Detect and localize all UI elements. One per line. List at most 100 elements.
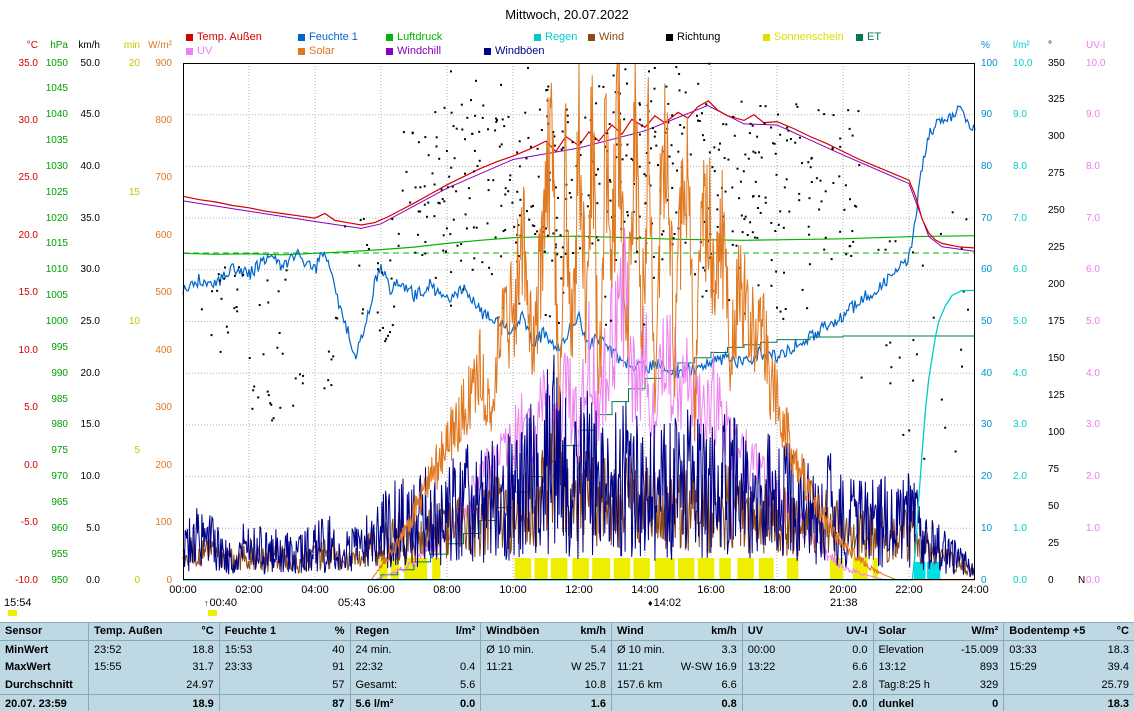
rise-set-annotation: 21:38: [830, 597, 858, 609]
axis-tick-pressure: 975: [22, 445, 68, 456]
stat-cell-left: UV: [748, 625, 763, 637]
stat-cell-value: 0.0: [460, 698, 475, 710]
axis-tick-wind: 20.0: [54, 368, 100, 379]
stat-row-label: Durchschnitt: [0, 676, 88, 694]
sunshine-marker-icon: [208, 610, 217, 616]
axis-tick-wind: 5.0: [54, 523, 100, 534]
stat-cell-value: 0.4: [460, 661, 475, 673]
axis-tick-solar: 900: [126, 58, 172, 69]
stat-cell-value: UV-I: [846, 625, 867, 637]
stat-cell-left: 22:32: [356, 661, 384, 673]
stats-table: SensorTemp. Außen°CFeuchte 1%Regenl/m²Wi…: [0, 622, 1134, 711]
stat-cell-value: 10.8: [585, 679, 606, 691]
series-windb-en: [183, 355, 974, 577]
stat-cell: 00:000.0: [742, 641, 873, 659]
stat-cell: 10.8: [480, 676, 611, 694]
stat-header-feuchte-1: Feuchte 1%: [219, 623, 350, 641]
axis-tick-pressure: 1015: [22, 238, 68, 249]
scatter-richtung: [201, 63, 969, 460]
bars-sonnenschein: [379, 558, 877, 580]
axis-unit-uv: UV-I: [1086, 40, 1134, 51]
stat-cell-value: 1.6: [591, 698, 606, 710]
stat-header-solar: SolarW/m²: [873, 623, 1004, 641]
series-luftdruck: [183, 236, 975, 255]
stat-cell: Ø 10 min.5.4: [480, 641, 611, 659]
axis-tick-wind: 30.0: [54, 264, 100, 275]
plot-border: [184, 64, 975, 580]
x-tick-label: 24:00: [953, 584, 997, 596]
axis-tick-dir: 325: [1048, 94, 1096, 105]
stat-cell-left: 157.6 km: [617, 679, 662, 691]
stat-cell: 15:5340: [219, 641, 350, 659]
stat-cell-value: 0.0: [852, 698, 867, 710]
stat-cell: Tag:8:25 h329: [873, 676, 1004, 694]
bars-regen-intervall: [914, 562, 940, 580]
stat-cell: 24 min.: [350, 641, 481, 659]
series-feuchte-1: [183, 106, 975, 378]
series-temp-au-en: [183, 101, 975, 248]
axis-tick-rain: 1.0: [1013, 523, 1061, 534]
stat-cell-value: 18.8: [192, 644, 213, 656]
stat-cell: 03:3318.3: [1003, 641, 1134, 659]
legend-label: Luftdruck: [397, 31, 442, 43]
stat-cell-value: 6.6: [721, 679, 736, 691]
axis-tick-dir: 125: [1048, 390, 1096, 401]
stat-cell-value: 3.3: [721, 644, 736, 656]
axis-tick-uv: 8.0: [1086, 161, 1134, 172]
stat-cell: 11:21 W-SW 16.9: [611, 659, 742, 677]
series-regen: [183, 291, 975, 581]
stat-row-label: 20.07. 23:59: [0, 694, 88, 711]
x-tick-label: 00:00: [161, 584, 205, 596]
legend-swatch-icon: [484, 48, 491, 55]
stat-cell-left: 11:21: [486, 661, 513, 673]
stat-cell-left: 03:33: [1009, 644, 1037, 656]
rise-set-annotation: 05:43: [338, 597, 366, 609]
annotation-time: 00:40: [210, 597, 238, 609]
stat-cell: 23:5218.8: [88, 641, 219, 659]
stat-row-label: MaxWert: [0, 659, 88, 677]
series-uv: [183, 228, 975, 580]
stat-cell: 57: [219, 676, 350, 694]
stat-cell-value: W 25.7: [571, 661, 606, 673]
stat-cell-left: 00:00: [748, 644, 776, 656]
stat-header-uv: UV UV-I: [742, 623, 873, 641]
axis-tick-rain: 9.0: [1013, 109, 1061, 120]
axis-tick-pressure: 985: [22, 394, 68, 405]
axis-tick-wind: 45.0: [54, 109, 100, 120]
legend-swatch-icon: [386, 34, 393, 41]
axis-tick-rain: 4.0: [1013, 368, 1061, 379]
stat-cell-value: W-SW 16.9: [681, 661, 737, 673]
axis-tick-uv: 1.0: [1086, 523, 1134, 534]
stat-cell-value: 0: [992, 698, 998, 710]
stat-cell: 0.8: [611, 694, 742, 711]
stat-cell-value: l/m²: [456, 625, 476, 637]
stat-header-sensor: Sensor: [0, 623, 88, 641]
axis-tick-sun: 15: [94, 187, 140, 198]
stat-cell-value: 5.6: [460, 679, 475, 691]
x-tick-label: 06:00: [359, 584, 403, 596]
axis-tick-pressure: 995: [22, 342, 68, 353]
stat-cell-left: 15:29: [1009, 661, 1037, 673]
stat-cell: 11:21 W 25.7: [480, 659, 611, 677]
series-solar: [183, 63, 975, 580]
axis-tick-solar: 600: [126, 230, 172, 241]
legend-label: Feuchte 1: [309, 31, 358, 43]
stat-cell-left: 23:33: [225, 661, 253, 673]
stat-cell-value: W/m²: [971, 625, 998, 637]
stat-cell-left: 11:21: [617, 661, 644, 673]
x-tick-label: 10:00: [491, 584, 535, 596]
legend-label: Regen: [545, 31, 577, 43]
stat-cell-value: 329: [980, 679, 998, 691]
legend-item-wind: Wind: [588, 31, 624, 43]
stat-cell-left: Windböen: [486, 625, 539, 637]
legend-swatch-icon: [666, 34, 673, 41]
stat-cell: 23:33 91: [219, 659, 350, 677]
stat-cell-value: 24.97: [186, 679, 214, 691]
stat-cell-value: 893: [980, 661, 998, 673]
stat-header-bodentemp-5: Bodentemp +5°C: [1003, 623, 1134, 641]
stat-cell-value: 91: [332, 661, 344, 673]
legend-item-richtung: Richtung: [666, 31, 720, 43]
legend-label: Solar: [309, 45, 335, 57]
legend-swatch-icon: [856, 34, 863, 41]
rise-set-annotation: ♦14:02: [648, 597, 681, 609]
